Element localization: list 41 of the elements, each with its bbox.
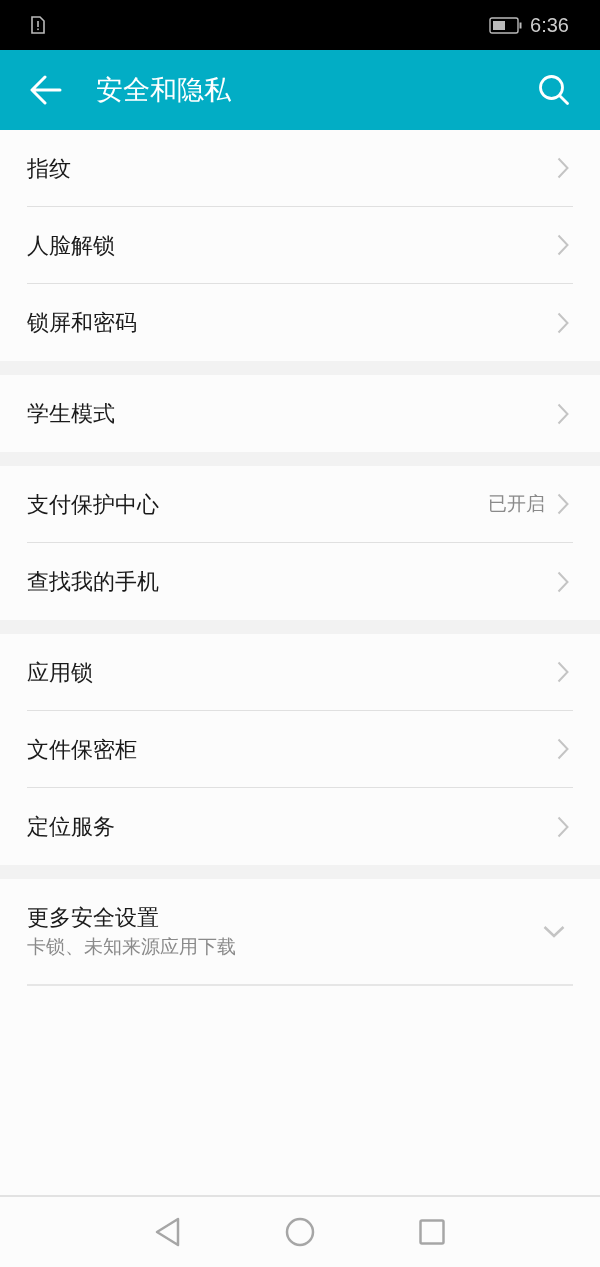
chevron-right-icon — [557, 234, 569, 256]
row-label: 应用锁 — [27, 658, 94, 687]
row-label: 支付保护中心 — [27, 490, 160, 519]
row-label: 文件保密柜 — [27, 735, 138, 764]
row-label: 查找我的手机 — [27, 568, 160, 596]
row-label: 指纹 — [27, 154, 72, 183]
chevron-right-icon — [557, 157, 569, 179]
settings-row[interactable]: 定位服务 — [27, 788, 573, 865]
row-label: 学生模式 — [27, 400, 116, 428]
back-arrow-icon[interactable] — [30, 75, 62, 105]
sim-alert-icon — [31, 16, 45, 34]
chevron-right-icon — [557, 815, 569, 838]
settings-row[interactable]: 支付保护中心 已开启 — [27, 466, 573, 543]
settings-row[interactable]: 人脸解锁 — [27, 207, 573, 284]
recents-square-icon[interactable] — [419, 1219, 445, 1245]
chevron-right-icon — [557, 570, 569, 593]
chevron-down-icon — [543, 925, 565, 938]
back-triangle-icon[interactable] — [155, 1217, 181, 1247]
clock-time: 6:36 — [530, 13, 569, 38]
search-icon[interactable] — [538, 74, 570, 106]
chevron-right-icon — [557, 738, 569, 760]
settings-row[interactable]: 锁屏和密码 — [27, 284, 573, 361]
settings-row[interactable]: 应用锁 — [27, 634, 573, 711]
settings-row[interactable]: 查找我的手机 — [27, 543, 573, 620]
chevron-right-icon — [557, 493, 569, 515]
row-value: 已开启 — [488, 491, 545, 516]
settings-row[interactable]: 文件保密柜 — [27, 711, 573, 788]
settings-row[interactable]: 学生模式 — [27, 375, 573, 452]
chevron-right-icon — [557, 402, 569, 425]
row-label: 更多安全设置 — [27, 903, 160, 932]
expandable-row[interactable]: 更多安全设置 卡锁、未知来源应用下载 — [27, 879, 573, 986]
row-label: 定位服务 — [27, 813, 116, 841]
home-circle-icon[interactable] — [285, 1217, 315, 1247]
settings-row[interactable]: 指纹 — [27, 130, 573, 207]
row-label: 人脸解锁 — [27, 231, 116, 260]
chevron-right-icon — [557, 311, 569, 334]
screen-title: 安全和隐私 — [96, 73, 232, 107]
battery-icon — [489, 16, 523, 34]
row-label: 锁屏和密码 — [27, 309, 138, 337]
row-subtitle: 卡锁、未知来源应用下载 — [27, 934, 237, 959]
chevron-right-icon — [557, 661, 569, 683]
